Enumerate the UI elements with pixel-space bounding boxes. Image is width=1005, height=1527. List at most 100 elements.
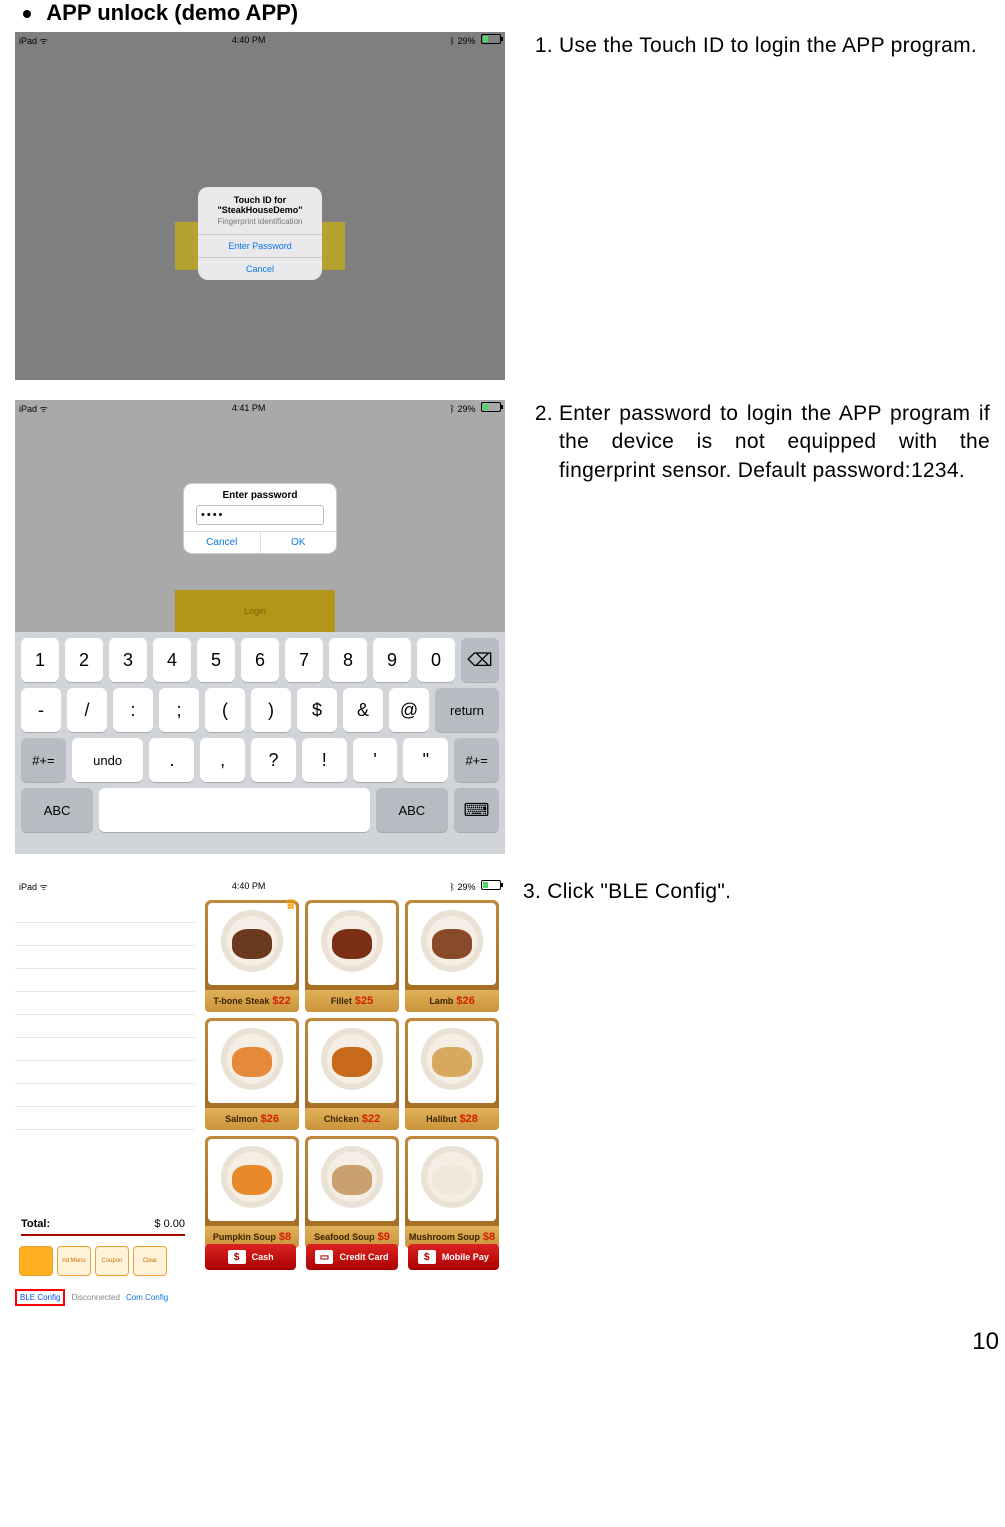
key-,[interactable]: , bbox=[200, 738, 245, 782]
key-.[interactable]: . bbox=[149, 738, 194, 782]
item-name: Pumpkin Soup bbox=[213, 1232, 276, 1242]
touch-id-dialog: Touch ID for "SteakHouseDemo" Fingerprin… bbox=[198, 187, 322, 280]
password-cancel-button[interactable]: Cancel bbox=[184, 532, 260, 553]
order-list-panel: Total: $ 0.00 nd MenuCouponClear BLE Con… bbox=[15, 900, 195, 1320]
menu-item[interactable]: Mushroom Soup $8 bbox=[405, 1136, 499, 1248]
menu-item[interactable]: Halibut $28 bbox=[405, 1018, 499, 1130]
pay-button[interactable]: $ Mobile Pay bbox=[408, 1244, 499, 1270]
item-price: $8 bbox=[279, 1231, 291, 1243]
item-price: $8 bbox=[483, 1231, 495, 1243]
key-;[interactable]: ; bbox=[159, 688, 199, 732]
heading-text: APP unlock (demo APP) bbox=[46, 0, 298, 25]
key-5[interactable]: 5 bbox=[197, 638, 235, 682]
key-1[interactable]: 1 bbox=[21, 638, 59, 682]
status-time: 4:40 PM bbox=[232, 881, 266, 891]
step-number: 2. bbox=[523, 400, 559, 485]
toolbar-button[interactable]: nd Menu bbox=[57, 1246, 91, 1276]
undo-key[interactable]: undo bbox=[72, 738, 144, 782]
space-key[interactable] bbox=[99, 788, 370, 832]
item-name: Salmon bbox=[225, 1114, 258, 1124]
key-#+=[interactable]: #+= bbox=[454, 738, 499, 782]
total-amount: $ 0.00 bbox=[154, 1218, 185, 1230]
dialog-subtitle: Fingerprint identification bbox=[198, 215, 322, 234]
key-)[interactable]: ) bbox=[251, 688, 291, 732]
dialog-title: Touch ID for "SteakHouseDemo" bbox=[198, 187, 322, 215]
connection-status: Disconnected bbox=[71, 1293, 119, 1302]
key-8[interactable]: 8 bbox=[329, 638, 367, 682]
status-time: 4:40 PM bbox=[232, 35, 266, 45]
menu-item[interactable]: Fillet $25 bbox=[305, 900, 399, 1012]
password-input[interactable]: •••• bbox=[196, 505, 324, 525]
key-4[interactable]: 4 bbox=[153, 638, 191, 682]
toolbar-button[interactable]: Coupon bbox=[95, 1246, 129, 1276]
ble-config-button[interactable]: BLE Config bbox=[15, 1289, 65, 1306]
item-price: $9 bbox=[378, 1231, 390, 1243]
item-price: $22 bbox=[362, 1113, 380, 1125]
keyboard: 1234567890⌫ -/:;()$&@return #+=undo.,?!'… bbox=[15, 632, 505, 854]
key-@[interactable]: @ bbox=[389, 688, 429, 732]
menu-item[interactable]: Pumpkin Soup $8 bbox=[205, 1136, 299, 1248]
menu-item[interactable]: Lamb $26 bbox=[405, 900, 499, 1012]
bullet-icon bbox=[23, 10, 31, 18]
key-7[interactable]: 7 bbox=[285, 638, 323, 682]
key-0[interactable]: 0 bbox=[417, 638, 455, 682]
pay-button[interactable]: $Cash bbox=[205, 1244, 296, 1270]
item-name: Mushroom Soup bbox=[409, 1232, 480, 1242]
status-left: iPad ᯤ bbox=[19, 880, 48, 893]
step-text: Enter password to login the APP program … bbox=[559, 400, 990, 485]
total-label: Total: bbox=[21, 1218, 50, 1230]
key-'[interactable]: ' bbox=[353, 738, 398, 782]
item-name: Chicken bbox=[324, 1114, 359, 1124]
menu-item[interactable]: Seafood Soup $9 bbox=[305, 1136, 399, 1248]
return-key[interactable]: return bbox=[435, 688, 499, 732]
key-#+=[interactable]: #+= bbox=[21, 738, 66, 782]
key-ABC[interactable]: ABC bbox=[21, 788, 93, 832]
menu-item[interactable]: ♛T-bone Steak $22 bbox=[205, 900, 299, 1012]
status-time: 4:41 PM bbox=[232, 403, 266, 413]
enter-password-button[interactable]: Enter Password bbox=[198, 234, 322, 257]
hide-keyboard-key[interactable]: ⌨ bbox=[454, 788, 499, 832]
key-:[interactable]: : bbox=[113, 688, 153, 732]
key-![interactable]: ! bbox=[302, 738, 347, 782]
key-/[interactable]: / bbox=[67, 688, 107, 732]
key-ABC[interactable]: ABC bbox=[376, 788, 448, 832]
item-name: Halibut bbox=[426, 1114, 457, 1124]
screenshot-menu-app: iPad ᯤ 4:40 PM ᛒ 29% Total: $ 0.0 bbox=[15, 878, 505, 1320]
key-"[interactable]: " bbox=[403, 738, 448, 782]
login-button[interactable]: Login bbox=[175, 590, 335, 632]
backspace-key[interactable]: ⌫ bbox=[461, 638, 499, 682]
item-price: $22 bbox=[272, 995, 290, 1007]
pay-icon: $ bbox=[418, 1250, 436, 1264]
item-name: T-bone Steak bbox=[213, 996, 269, 1006]
pay-icon: $ bbox=[228, 1250, 246, 1264]
page-number: 10 bbox=[972, 1328, 999, 1356]
pay-label: Mobile Pay bbox=[442, 1252, 489, 1262]
step-text: 3. Click "BLE Config". bbox=[523, 878, 990, 906]
item-name: Fillet bbox=[331, 996, 352, 1006]
step-text: Use the Touch ID to login the APP progra… bbox=[559, 32, 990, 60]
key-9[interactable]: 9 bbox=[373, 638, 411, 682]
pay-button[interactable]: ▭Credit Card bbox=[306, 1244, 397, 1270]
key-&[interactable]: & bbox=[343, 688, 383, 732]
status-left: iPad ᯤ bbox=[19, 402, 48, 415]
cancel-button[interactable]: Cancel bbox=[198, 257, 322, 280]
screenshot-password-keyboard: iPad ᯤ 4:41 PM ᛒ 29% Login Enter passwor… bbox=[15, 400, 505, 854]
key-6[interactable]: 6 bbox=[241, 638, 279, 682]
key-?[interactable]: ? bbox=[251, 738, 296, 782]
screenshot-touch-id: iPad ᯤ 4:40 PM ᛒ 29% Touch ID for "Steak… bbox=[15, 32, 505, 380]
toolbar-button[interactable]: Clear bbox=[133, 1246, 167, 1276]
item-name: Seafood Soup bbox=[314, 1232, 375, 1242]
key-$[interactable]: $ bbox=[297, 688, 337, 732]
step-number: 1. bbox=[523, 32, 559, 60]
key-3[interactable]: 3 bbox=[109, 638, 147, 682]
password-ok-button[interactable]: OK bbox=[260, 532, 337, 553]
menu-item[interactable]: Chicken $22 bbox=[305, 1018, 399, 1130]
com-config-button[interactable]: Com Config bbox=[126, 1293, 168, 1302]
menu-item[interactable]: Salmon $26 bbox=[205, 1018, 299, 1130]
key-([interactable]: ( bbox=[205, 688, 245, 732]
password-title: Enter password bbox=[184, 484, 336, 505]
key--[interactable]: - bbox=[21, 688, 61, 732]
toolbar-button[interactable] bbox=[19, 1246, 53, 1276]
key-2[interactable]: 2 bbox=[65, 638, 103, 682]
status-left: iPad ᯤ bbox=[19, 34, 48, 47]
